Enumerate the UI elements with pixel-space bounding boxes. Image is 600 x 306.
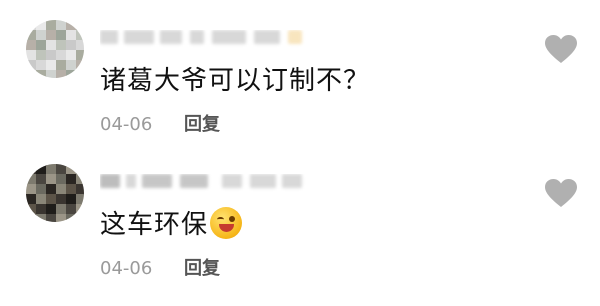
comment-date: 04-06 bbox=[100, 114, 153, 135]
avatar[interactable] bbox=[26, 20, 84, 78]
reply-button[interactable]: 回复 bbox=[184, 114, 220, 135]
comment-date: 04-06 bbox=[100, 258, 153, 279]
comment-text: 诸葛大爷可以订制不？ bbox=[100, 66, 371, 96]
avatar-pixel bbox=[76, 70, 84, 78]
comment-meta: 04-06 回复 bbox=[100, 254, 220, 280]
username-blurred[interactable] bbox=[100, 30, 330, 48]
heart-icon[interactable] bbox=[544, 178, 578, 208]
reply-button[interactable]: 回复 bbox=[184, 258, 220, 279]
comment-meta: 04-06 回复 bbox=[100, 110, 220, 136]
comment-text-content: 这车环保 bbox=[100, 210, 209, 240]
avatar[interactable] bbox=[26, 164, 84, 222]
comment-text: 这车环保 bbox=[100, 204, 243, 241]
laughing-wink-emoji bbox=[210, 207, 243, 239]
avatar-pixel bbox=[76, 214, 84, 222]
username-blurred[interactable] bbox=[100, 174, 330, 192]
heart-icon[interactable] bbox=[544, 34, 578, 64]
